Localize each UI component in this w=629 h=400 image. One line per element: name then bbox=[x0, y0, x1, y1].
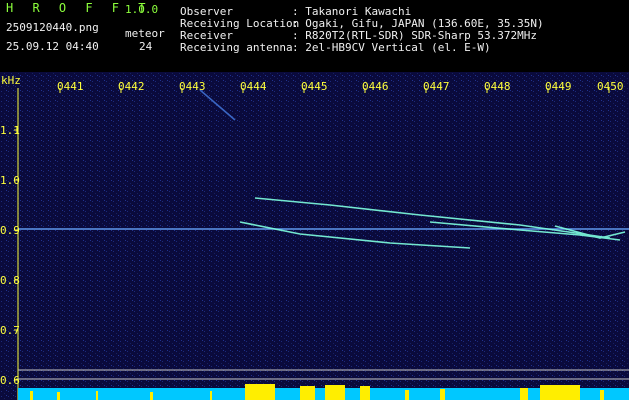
freq-tick-0-7: 0.7 bbox=[0, 324, 20, 337]
time-tick-0441: 0441 bbox=[57, 80, 84, 93]
time-tick-0449: 0449 bbox=[545, 80, 572, 93]
file-name: 2509120440.png bbox=[6, 21, 99, 34]
time-tick-0444: 0444 bbox=[240, 80, 267, 93]
spectrogram bbox=[0, 72, 629, 400]
date-time: 25.09.12 04:40 bbox=[6, 40, 99, 53]
time-tick-0447: 0447 bbox=[423, 80, 450, 93]
info-value-antenna: : 2el-HB9CV Vertical (el. E-W) bbox=[292, 41, 491, 54]
spectrogram-svg bbox=[0, 72, 629, 400]
freq-tick-0-6: 0.6 bbox=[0, 374, 20, 387]
info-key-antenna: Receiving antenna bbox=[180, 41, 293, 54]
time-tick-0450: 0450 bbox=[597, 80, 624, 93]
time-tick-0445: 0445 bbox=[301, 80, 328, 93]
freq-tick-0-9: 0.9 bbox=[0, 224, 20, 237]
app-version: 1.0.0 bbox=[125, 3, 159, 16]
freq-tick-1-0: 1.0 bbox=[0, 174, 20, 187]
freq-tick-1-1: 1.1 bbox=[0, 124, 20, 137]
axis-unit-label: kHz bbox=[1, 74, 21, 87]
meteor-count: 24 bbox=[139, 40, 153, 53]
time-tick-0443: 0443 bbox=[179, 80, 206, 93]
time-tick-0446: 0446 bbox=[362, 80, 389, 93]
freq-tick-0-8: 0.8 bbox=[0, 274, 20, 287]
amplitude-baseline bbox=[18, 388, 629, 400]
meteor-label: meteor bbox=[125, 27, 165, 40]
time-tick-0448: 0448 bbox=[484, 80, 511, 93]
header-panel: H R O F F T 1.0.0 2509120440.png meteor … bbox=[0, 0, 629, 72]
time-tick-0442: 0442 bbox=[118, 80, 145, 93]
